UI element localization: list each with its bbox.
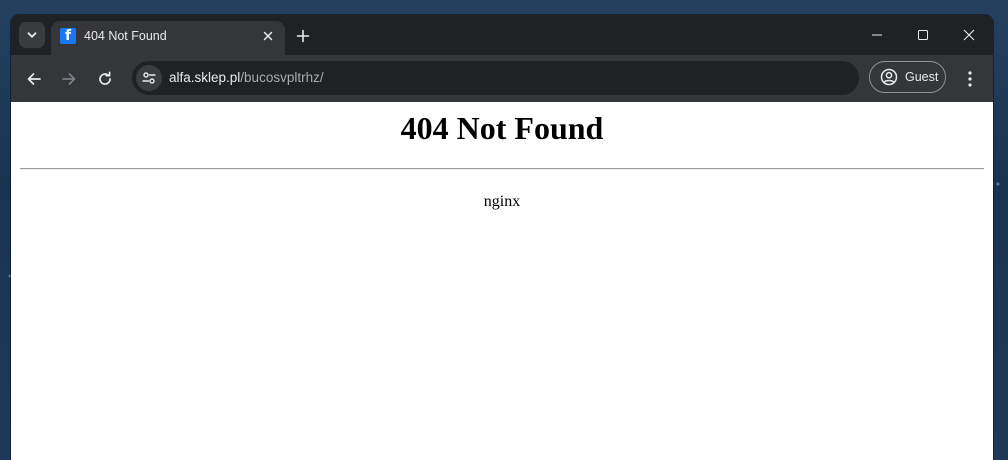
browser-window: f 404 Not Found alfa.sklep.pl/bucosvpltr… [11, 15, 993, 460]
url-host: alfa.sklep.pl [169, 70, 241, 85]
close-icon [263, 31, 273, 41]
reload-icon [99, 71, 111, 85]
url-path: /bucosvpltrhz/ [240, 70, 324, 85]
url-text: alfa.sklep.pl/bucosvpltrhz/ [169, 70, 324, 85]
plus-icon [296, 29, 310, 43]
arrow-right-icon [62, 73, 76, 85]
tab-search-button[interactable] [19, 22, 45, 48]
chevron-down-icon [27, 32, 37, 38]
maximize-icon [918, 30, 928, 40]
reload-button[interactable] [91, 65, 119, 93]
facebook-favicon-icon: f [60, 28, 76, 44]
account-circle-icon [880, 68, 898, 86]
profile-label: Guest [905, 70, 939, 84]
profile-button[interactable]: Guest [869, 61, 946, 93]
close-icon [963, 29, 975, 41]
site-info-button[interactable] [136, 65, 162, 91]
new-tab-button[interactable] [291, 24, 315, 48]
maximize-button[interactable] [903, 20, 943, 50]
page-viewport: 404 Not Found nginx [11, 102, 993, 460]
back-button[interactable] [20, 65, 48, 93]
tab-title: 404 Not Found [84, 29, 167, 43]
arrow-left-icon [27, 73, 41, 85]
tune-icon [142, 72, 156, 84]
address-bar[interactable]: alfa.sklep.pl/bucosvpltrhz/ [132, 61, 859, 95]
tab-strip: f 404 Not Found [11, 15, 993, 55]
page-heading: 404 Not Found [400, 110, 604, 146]
tab-close-button[interactable] [259, 27, 277, 45]
tab-active[interactable]: f 404 Not Found [51, 21, 285, 55]
more-vertical-icon [968, 71, 972, 87]
minimize-icon [872, 34, 882, 36]
minimize-button[interactable] [857, 20, 897, 50]
menu-button[interactable] [957, 65, 983, 93]
horizontal-rule [20, 168, 984, 170]
forward-button[interactable] [55, 65, 83, 93]
close-window-button[interactable] [949, 20, 989, 50]
server-name: nginx [483, 193, 521, 210]
toolbar: alfa.sklep.pl/bucosvpltrhz/ Guest [11, 55, 993, 102]
